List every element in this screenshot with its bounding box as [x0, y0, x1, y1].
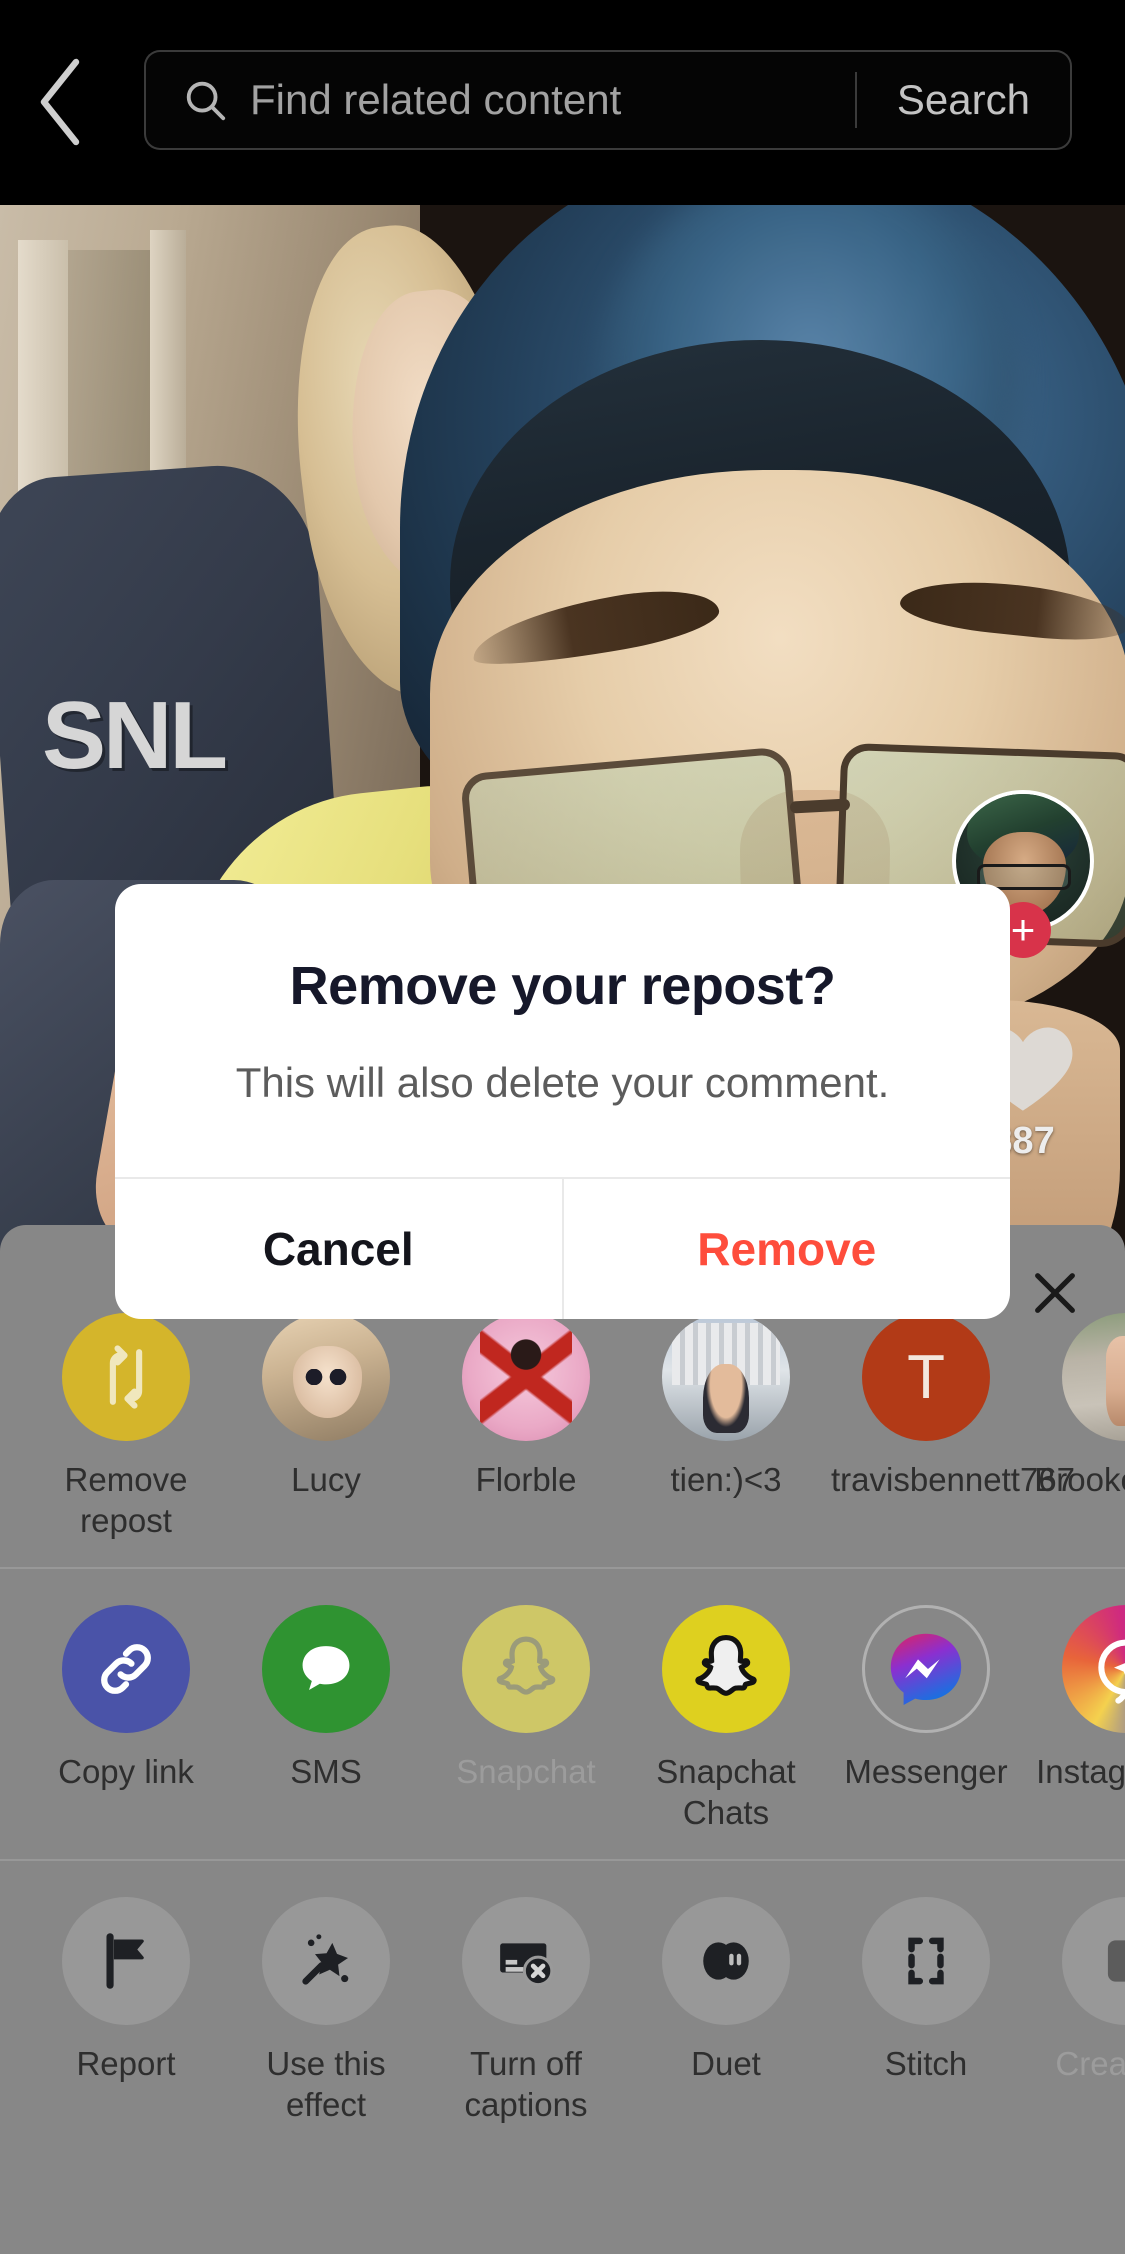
share-item-label: SMS: [290, 1753, 362, 1790]
cancel-button-label: Cancel: [262, 1223, 414, 1275]
share-item-label: Snapchat Chats: [656, 1753, 796, 1831]
avatar-initial: T: [907, 1342, 945, 1412]
search-bar[interactable]: Find related content Search: [144, 50, 1072, 150]
link-icon: [62, 1605, 190, 1733]
repost-icon: [62, 1313, 190, 1441]
remove-button-label: Remove: [697, 1223, 877, 1275]
share-item-label: Snapchat: [456, 1753, 596, 1790]
search-icon: [182, 77, 228, 123]
share-item-label: Report: [76, 2045, 176, 2082]
share-item-tien[interactable]: tien:)<3: [626, 1313, 826, 1541]
share-item-duet[interactable]: Duet: [626, 1897, 826, 2125]
search-input[interactable]: Find related content: [250, 76, 855, 124]
video-watermark: SNL: [42, 682, 228, 789]
user-avatar: [262, 1313, 390, 1441]
flag-icon: [62, 1897, 190, 2025]
dialog-message: This will also delete your comment.: [235, 1058, 890, 1106]
share-item-label: Stitch: [884, 2045, 968, 2082]
tiktok-video-screen: SNL + 887 Find related content Search Re…: [0, 0, 1125, 2254]
magic-wand-icon: [262, 1897, 390, 2025]
share-item-sms[interactable]: SMS: [226, 1605, 426, 1833]
chevron-left-icon[interactable]: [34, 56, 86, 148]
share-item-label: Brooke Hem: [1034, 1461, 1125, 1498]
top-search-bar: Find related content Search: [0, 0, 1125, 205]
user-avatar: [662, 1313, 790, 1441]
share-item-label: tien:)<3: [670, 1461, 782, 1498]
share-item-label: Copy link: [58, 1753, 194, 1790]
message-bubble-icon: [262, 1605, 390, 1733]
captions-off-icon: [462, 1897, 590, 2025]
search-button[interactable]: Search: [857, 76, 1070, 124]
stitch-icon: [862, 1897, 990, 2025]
share-row-actions: Report Use this effect Turn off captions…: [0, 1861, 1125, 2151]
share-item-label: Turn off captions: [464, 2045, 588, 2123]
share-item-lucy[interactable]: Lucy: [226, 1313, 426, 1541]
share-item-remove-repost[interactable]: Remove repost: [26, 1313, 226, 1541]
share-item-label: Use this effect: [266, 2045, 386, 2123]
share-item-florble[interactable]: Florble: [426, 1313, 626, 1541]
cancel-button[interactable]: Cancel: [115, 1179, 562, 1319]
share-item-label: travisbennett767: [831, 1461, 1076, 1498]
user-avatar: [1062, 1313, 1125, 1441]
share-item-messenger[interactable]: Messenger: [826, 1605, 1026, 1833]
remove-repost-dialog: Remove your repost? This will also delet…: [115, 884, 1010, 1319]
messenger-icon: [862, 1605, 990, 1733]
share-sheet: Remove repost Lucy Florble tien:)<3 T tr…: [0, 1225, 1125, 2254]
snapchat-ghost-icon: [462, 1605, 590, 1733]
share-item-label: Florble: [475, 1461, 577, 1498]
share-item-label: Remove repost: [64, 1461, 188, 1539]
share-item-snapchat[interactable]: Snapchat: [426, 1605, 626, 1833]
share-item-label: Messenger: [844, 1753, 1008, 1790]
remove-button[interactable]: Remove: [564, 1179, 1011, 1319]
share-item-label: Instagram D: [1036, 1753, 1125, 1790]
share-row-apps: Copy link SMS Snapchat Snapchat Chats Me…: [0, 1569, 1125, 1859]
user-avatar: [462, 1313, 590, 1441]
share-item-label: Lucy: [291, 1461, 361, 1498]
share-item-travisbennett767[interactable]: T travisbennett767: [826, 1313, 1076, 1541]
share-item-label: Duet: [691, 2045, 761, 2082]
share-item-instagram-direct[interactable]: Instagram D: [1026, 1605, 1125, 1833]
share-item-brooke[interactable]: Brooke Hem: [1026, 1313, 1125, 1541]
share-item-snapchat-chats[interactable]: Snapchat Chats: [626, 1605, 826, 1833]
share-item-copy-link[interactable]: Copy link: [26, 1605, 226, 1833]
share-item-use-this-effect[interactable]: Use this effect: [226, 1897, 426, 2125]
duet-icon: [662, 1897, 790, 2025]
snapchat-ghost-icon: [662, 1605, 790, 1733]
share-item-create-sticker[interactable]: Create sti: [1026, 1897, 1125, 2125]
letter-avatar: T: [862, 1313, 990, 1441]
create-sticker-icon: [1062, 1897, 1125, 2025]
share-item-turn-off-captions[interactable]: Turn off captions: [426, 1897, 626, 2125]
share-item-label: Create sti: [1055, 2045, 1125, 2082]
instagram-direct-icon: [1062, 1605, 1125, 1733]
share-item-stitch[interactable]: Stitch: [826, 1897, 1026, 2125]
dialog-title: Remove your repost?: [289, 955, 836, 1016]
share-item-report[interactable]: Report: [26, 1897, 226, 2125]
